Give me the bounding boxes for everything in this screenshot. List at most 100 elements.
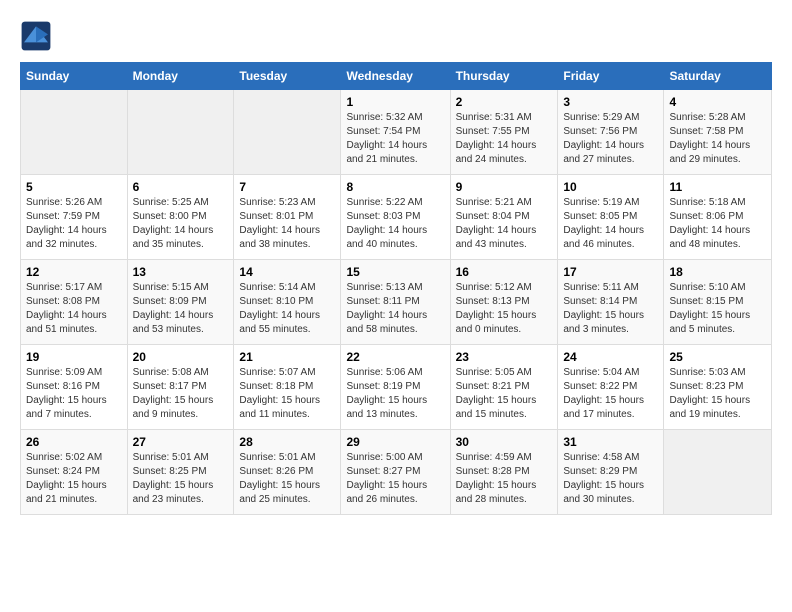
day-number: 19 [26,350,122,364]
calendar-week-row: 1 Sunrise: 5:32 AM Sunset: 7:54 PM Daylig… [21,90,772,175]
weekday-header: Monday [127,63,234,90]
calendar-cell [664,430,772,515]
calendar-cell: 3Sunrise: 5:29 AM Sunset: 7:56 PM Daylig… [558,90,664,175]
day-number: 12 [26,265,122,279]
calendar-cell: 10 Sunrise: 5:19 AM Sunset: 8:05 PM Dayli… [558,175,664,260]
weekday-header: Thursday [450,63,558,90]
calendar-cell: 23 Sunrise: 5:05 AM Sunset: 8:21 PM Dayli… [450,345,558,430]
day-number: 5 [26,180,122,194]
day-info: Sunrise: 5:15 AM Sunset: 8:09 PM Dayligh… [133,281,229,337]
day-info: Sunrise: 5:01 AM Sunset: 8:26 PM Dayligh… [239,451,335,507]
logo-icon [20,20,52,52]
calendar-cell: 31 Sunrise: 4:58 AM Sunset: 8:29 PM Dayli… [558,430,664,515]
day-info: Sunrise: 4:58 AM Sunset: 8:29 PM Dayligh… [563,451,658,507]
calendar-cell [21,90,128,175]
page-header [20,20,772,52]
day-info: Sunrise: 5:32 AM Sunset: 7:54 PM Dayligh… [346,111,444,167]
day-info: Sunrise: 5:23 AM Sunset: 8:01 PM Dayligh… [239,196,335,252]
day-info: Sunrise: 5:17 AM Sunset: 8:08 PM Dayligh… [26,281,122,337]
calendar-cell: 19 Sunrise: 5:09 AM Sunset: 8:16 PM Dayli… [21,345,128,430]
calendar-cell: 29Sunrise: 5:00 AM Sunset: 8:27 PM Dayli… [341,430,450,515]
day-info: Sunrise: 5:11 AM Sunset: 8:14 PM Dayligh… [563,281,658,337]
day-info: Sunrise: 5:21 AM Sunset: 8:04 PM Dayligh… [456,196,553,252]
day-info: Sunrise: 5:06 AM Sunset: 8:19 PM Dayligh… [346,366,444,422]
calendar-week-row: 26Sunrise: 5:02 AM Sunset: 8:24 PM Dayli… [21,430,772,515]
day-number: 15 [346,265,444,279]
day-number: 10 [563,180,658,194]
day-number: 6 [133,180,229,194]
day-info: Sunrise: 5:10 AM Sunset: 8:15 PM Dayligh… [669,281,766,337]
day-number: 29 [346,435,444,449]
day-number: 16 [456,265,553,279]
day-info: Sunrise: 5:03 AM Sunset: 8:23 PM Dayligh… [669,366,766,422]
day-info: Sunrise: 5:05 AM Sunset: 8:21 PM Dayligh… [456,366,553,422]
day-info: Sunrise: 5:26 AM Sunset: 7:59 PM Dayligh… [26,196,122,252]
day-number: 20 [133,350,229,364]
weekday-header: Saturday [664,63,772,90]
calendar-cell: 2 Sunrise: 5:31 AM Sunset: 7:55 PM Daylig… [450,90,558,175]
day-number: 4 [669,95,766,109]
calendar-table: SundayMondayTuesdayWednesdayThursdayFrid… [20,62,772,515]
day-number: 28 [239,435,335,449]
calendar-week-row: 5 Sunrise: 5:26 AM Sunset: 7:59 PM Daylig… [21,175,772,260]
weekday-header: Wednesday [341,63,450,90]
day-number: 8 [346,180,444,194]
calendar-cell: 24 Sunrise: 5:04 AM Sunset: 8:22 PM Dayli… [558,345,664,430]
calendar-cell: 20 Sunrise: 5:08 AM Sunset: 8:17 PM Dayli… [127,345,234,430]
calendar-cell [234,90,341,175]
day-number: 30 [456,435,553,449]
day-number: 14 [239,265,335,279]
weekday-header: Sunday [21,63,128,90]
day-number: 17 [563,265,658,279]
day-number: 31 [563,435,658,449]
calendar-cell: 15 Sunrise: 5:13 AM Sunset: 8:11 PM Dayli… [341,260,450,345]
day-number: 11 [669,180,766,194]
calendar-cell [127,90,234,175]
day-number: 7 [239,180,335,194]
calendar-cell: 5 Sunrise: 5:26 AM Sunset: 7:59 PM Daylig… [21,175,128,260]
day-number: 1 [346,95,444,109]
day-info: Sunrise: 5:14 AM Sunset: 8:10 PM Dayligh… [239,281,335,337]
calendar-cell: 26Sunrise: 5:02 AM Sunset: 8:24 PM Dayli… [21,430,128,515]
calendar-cell: 28 Sunrise: 5:01 AM Sunset: 8:26 PM Dayli… [234,430,341,515]
calendar-cell: 13Sunrise: 5:15 AM Sunset: 8:09 PM Dayli… [127,260,234,345]
day-info: Sunrise: 5:22 AM Sunset: 8:03 PM Dayligh… [346,196,444,252]
calendar-cell: 1 Sunrise: 5:32 AM Sunset: 7:54 PM Daylig… [341,90,450,175]
day-info: Sunrise: 5:12 AM Sunset: 8:13 PM Dayligh… [456,281,553,337]
logo [20,20,56,52]
day-info: Sunrise: 5:13 AM Sunset: 8:11 PM Dayligh… [346,281,444,337]
day-number: 3 [563,95,658,109]
day-info: Sunrise: 5:01 AM Sunset: 8:25 PM Dayligh… [133,451,229,507]
calendar-cell: 8 Sunrise: 5:22 AM Sunset: 8:03 PM Daylig… [341,175,450,260]
day-info: Sunrise: 5:18 AM Sunset: 8:06 PM Dayligh… [669,196,766,252]
day-number: 18 [669,265,766,279]
day-info: Sunrise: 5:31 AM Sunset: 7:55 PM Dayligh… [456,111,553,167]
calendar-cell: 25Sunrise: 5:03 AM Sunset: 8:23 PM Dayli… [664,345,772,430]
day-info: Sunrise: 5:08 AM Sunset: 8:17 PM Dayligh… [133,366,229,422]
day-number: 21 [239,350,335,364]
day-number: 9 [456,180,553,194]
day-info: Sunrise: 5:02 AM Sunset: 8:24 PM Dayligh… [26,451,122,507]
day-info: Sunrise: 5:04 AM Sunset: 8:22 PM Dayligh… [563,366,658,422]
calendar-cell: 14 Sunrise: 5:14 AM Sunset: 8:10 PM Dayli… [234,260,341,345]
day-info: Sunrise: 5:19 AM Sunset: 8:05 PM Dayligh… [563,196,658,252]
day-number: 24 [563,350,658,364]
calendar-week-row: 12 Sunrise: 5:17 AM Sunset: 8:08 PM Dayli… [21,260,772,345]
calendar-cell: 17 Sunrise: 5:11 AM Sunset: 8:14 PM Dayli… [558,260,664,345]
day-number: 2 [456,95,553,109]
day-number: 23 [456,350,553,364]
day-number: 27 [133,435,229,449]
calendar-week-row: 19 Sunrise: 5:09 AM Sunset: 8:16 PM Dayli… [21,345,772,430]
weekday-header: Friday [558,63,664,90]
day-info: Sunrise: 5:28 AM Sunset: 7:58 PM Dayligh… [669,111,766,167]
calendar-cell: 9 Sunrise: 5:21 AM Sunset: 8:04 PM Daylig… [450,175,558,260]
weekday-header: Tuesday [234,63,341,90]
calendar-cell: 18 Sunrise: 5:10 AM Sunset: 8:15 PM Dayli… [664,260,772,345]
day-info: Sunrise: 4:59 AM Sunset: 8:28 PM Dayligh… [456,451,553,507]
day-info: Sunrise: 5:09 AM Sunset: 8:16 PM Dayligh… [26,366,122,422]
calendar-cell: 7 Sunrise: 5:23 AM Sunset: 8:01 PM Daylig… [234,175,341,260]
header-row: SundayMondayTuesdayWednesdayThursdayFrid… [21,63,772,90]
day-number: 22 [346,350,444,364]
calendar-cell: 12 Sunrise: 5:17 AM Sunset: 8:08 PM Dayli… [21,260,128,345]
calendar-cell: 16 Sunrise: 5:12 AM Sunset: 8:13 PM Dayli… [450,260,558,345]
